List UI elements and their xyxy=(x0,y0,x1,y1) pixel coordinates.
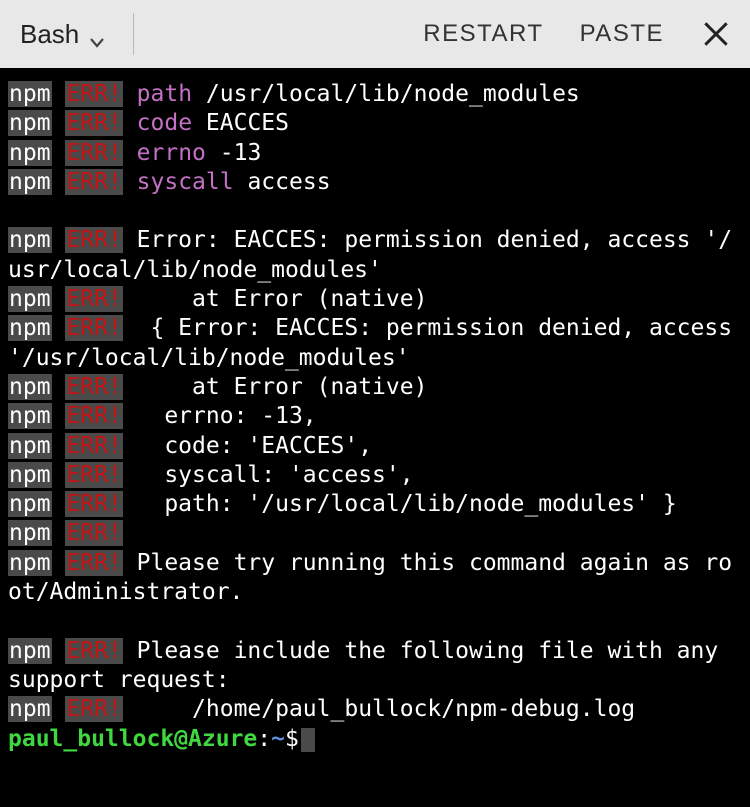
prompt-user: paul_bullock xyxy=(8,726,174,752)
prompt-colon: : xyxy=(257,726,271,752)
chevron-down-icon xyxy=(89,26,105,42)
err-tag: ERR! xyxy=(65,638,122,664)
cursor xyxy=(301,728,315,752)
close-button[interactable] xyxy=(700,18,732,50)
close-icon xyxy=(700,35,732,54)
npm-tag: npm xyxy=(8,110,52,136)
npm-tag: npm xyxy=(8,140,52,166)
npm-tag: npm xyxy=(8,374,52,400)
npm-tag: npm xyxy=(8,81,52,107)
npm-tag: npm xyxy=(8,696,52,722)
err-key: syscall xyxy=(137,169,234,195)
err-tag: ERR! xyxy=(65,140,122,166)
toolbar-divider xyxy=(133,13,134,55)
err-line: errno: -13, xyxy=(123,403,317,429)
paste-button[interactable]: PASTE xyxy=(566,12,678,56)
npm-tag: npm xyxy=(8,227,52,253)
npm-tag: npm xyxy=(8,550,52,576)
npm-tag: npm xyxy=(8,169,52,195)
npm-tag: npm xyxy=(8,491,52,517)
err-tag: ERR! xyxy=(65,110,122,136)
err-key: code xyxy=(137,110,192,136)
err-tag: ERR! xyxy=(65,227,122,253)
err-val: /usr/local/lib/node_modules xyxy=(206,81,580,107)
err-tag: ERR! xyxy=(65,286,122,312)
npm-tag: npm xyxy=(8,315,52,341)
err-tag: ERR! xyxy=(65,374,122,400)
err-tag: ERR! xyxy=(65,433,122,459)
err-tag: ERR! xyxy=(65,520,122,546)
err-line: /home/paul_bullock/npm-debug.log xyxy=(123,696,635,722)
shell-label: Bash xyxy=(20,19,79,50)
err-line: at Error (native) xyxy=(123,286,428,312)
err-tag: ERR! xyxy=(65,403,122,429)
err-line: at Error (native) xyxy=(123,374,428,400)
prompt-at: @ xyxy=(174,726,188,752)
toolbar: Bash RESTART PASTE xyxy=(0,0,750,68)
npm-tag: npm xyxy=(8,462,52,488)
err-tag: ERR! xyxy=(65,550,122,576)
err-key: path xyxy=(137,81,192,107)
prompt-dollar: $ xyxy=(285,726,299,752)
prompt-path: ~ xyxy=(271,726,285,752)
npm-tag: npm xyxy=(8,638,52,664)
npm-tag: npm xyxy=(8,286,52,312)
err-key: errno xyxy=(137,140,206,166)
npm-tag: npm xyxy=(8,433,52,459)
err-val: access xyxy=(247,169,330,195)
err-tag: ERR! xyxy=(65,169,122,195)
err-tag: ERR! xyxy=(65,491,122,517)
shell-dropdown[interactable]: Bash xyxy=(10,13,115,56)
prompt-host: Azure xyxy=(188,726,257,752)
err-val: EACCES xyxy=(206,110,289,136)
terminal-output[interactable]: npm ERR! path /usr/local/lib/node_module… xyxy=(0,68,750,762)
restart-button[interactable]: RESTART xyxy=(409,12,557,56)
npm-tag: npm xyxy=(8,520,52,546)
err-line: path: '/usr/local/lib/node_modules' } xyxy=(123,491,677,517)
err-tag: ERR! xyxy=(65,696,122,722)
err-tag: ERR! xyxy=(65,462,122,488)
err-val: -13 xyxy=(220,140,262,166)
err-tag: ERR! xyxy=(65,315,122,341)
npm-tag: npm xyxy=(8,403,52,429)
err-tag: ERR! xyxy=(65,81,122,107)
err-line: syscall: 'access', xyxy=(123,462,414,488)
err-line: code: 'EACCES', xyxy=(123,433,372,459)
